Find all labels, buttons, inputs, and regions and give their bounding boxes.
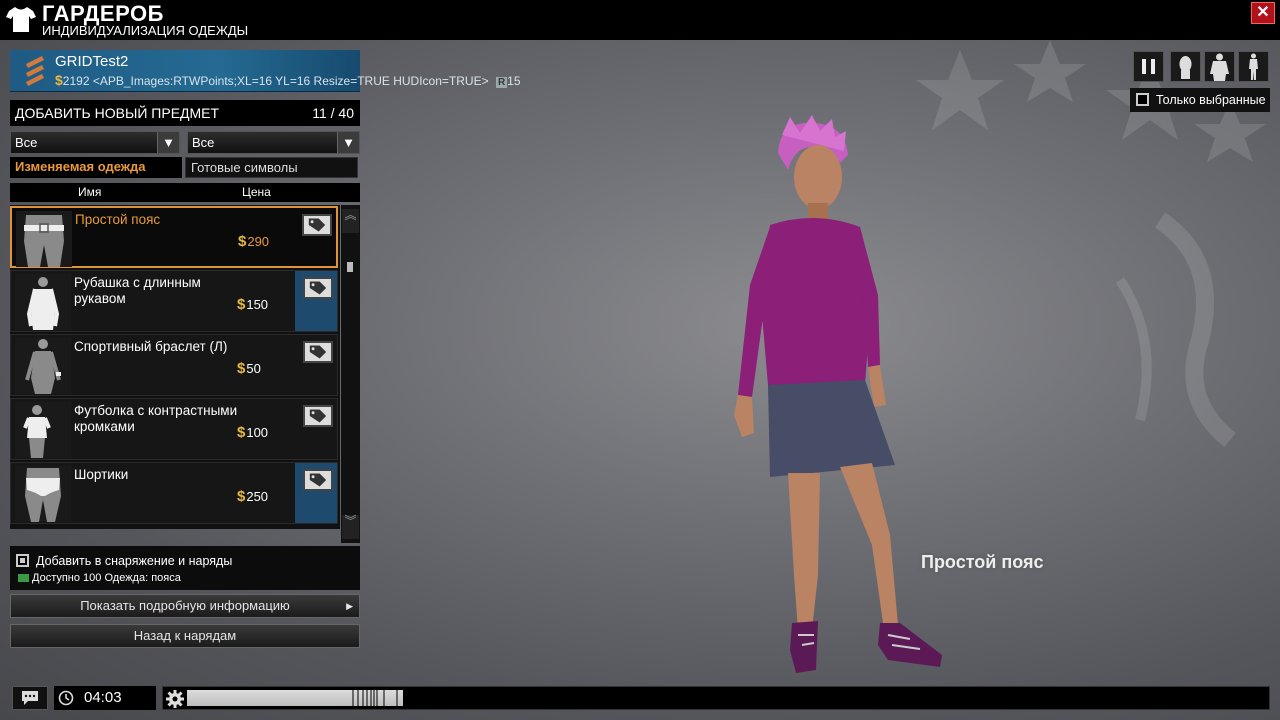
chevron-down-icon: ▼ <box>157 132 179 153</box>
tab-customizable-clothing[interactable]: Изменяемая одежда <box>10 157 182 178</box>
preview-item-label: Простой пояс <box>921 552 1044 572</box>
show-details-button[interactable]: Показать подробную информацию ▶ <box>10 594 360 618</box>
player-card: GRIDTest2 $2192 <APB_Images:RTWPoints;XL… <box>10 50 521 92</box>
dollar-icon: $ <box>237 488 246 505</box>
add-item-title: ДОБАВИТЬ НОВЫЙ ПРЕДМЕТ <box>15 105 220 121</box>
dollar-icon: $ <box>55 72 63 88</box>
long-sleeve-shirt-thumbnail-icon <box>15 274 71 330</box>
item-price: $100 <box>237 424 269 441</box>
availability-flag-icon <box>18 574 29 582</box>
item-name: Простой пояс <box>75 212 161 227</box>
item-price: $150 <box>237 296 269 313</box>
head-view-icon <box>1179 56 1192 79</box>
pause-icon <box>1142 59 1155 74</box>
tab-ready-symbols[interactable]: Готовые символы <box>185 157 358 178</box>
list-scrollbar[interactable]: ︽ ︾ <box>341 205 360 543</box>
item-count: 11 / 40 <box>312 105 354 121</box>
rank-icon <box>26 56 44 86</box>
price-tag-icon[interactable] <box>303 469 333 491</box>
progress-ticks <box>352 690 398 706</box>
add-to-outfit-checkbox[interactable] <box>16 554 29 567</box>
view-head-button[interactable] <box>1170 51 1201 82</box>
belt-thumbnail-icon <box>16 211 72 267</box>
player-money: 2192 <box>62 74 90 88</box>
only-selected-checkbox[interactable] <box>1136 93 1149 106</box>
back-to-outfits-button[interactable]: Назад к нарядам <box>10 624 360 648</box>
item-info-box: Добавить в снаряжение и наряды Доступно … <box>10 546 360 590</box>
item-tag-zone <box>295 463 337 523</box>
view-torso-button[interactable] <box>1204 51 1235 82</box>
item-name: Шортики <box>74 467 129 482</box>
item-name: Спортивный браслет (Л) <box>74 339 228 354</box>
pause-button[interactable] <box>1133 51 1164 82</box>
add-to-outfit-label: Добавить в снаряжение и наряды <box>36 554 233 568</box>
chevron-right-icon: ▶ <box>346 601 353 611</box>
price-tag-icon[interactable] <box>302 214 332 236</box>
list-column-header: Имя Цена <box>10 183 360 202</box>
list-item[interactable]: Простой пояс $290 <box>10 206 338 268</box>
gear-icon[interactable] <box>165 689 185 709</box>
clock-box: 04:03 <box>54 686 156 710</box>
category-filter-dropdown[interactable]: Все ▼ <box>10 131 180 154</box>
price-tag-icon[interactable] <box>303 341 333 363</box>
subcategory-filter-value: Все <box>192 135 215 150</box>
price-tag-icon[interactable] <box>303 405 333 427</box>
item-name: Рубашка с длинным рукавом <box>74 275 201 306</box>
item-tag-zone <box>295 271 337 331</box>
player-name: GRIDTest2 <box>55 53 129 70</box>
price-tag-icon[interactable] <box>303 277 333 299</box>
scroll-down-icon[interactable]: ︾ <box>342 515 359 539</box>
player-money-line: $2192 <APB_Images:RTWPoints;XL=16 YL=16 … <box>55 72 545 88</box>
clock-icon <box>58 690 74 706</box>
list-item[interactable]: Футболка с контрастными кромками $100 <box>10 398 338 460</box>
game-time: 04:03 <box>84 689 122 706</box>
close-button[interactable]: ✕ <box>1251 2 1275 24</box>
dollar-icon: $ <box>237 296 246 313</box>
item-price: $50 <box>237 360 261 377</box>
list-item[interactable]: Шортики $250 <box>10 462 338 524</box>
list-item[interactable]: Рубашка с длинным рукавом $150 <box>10 270 338 332</box>
chat-bubble-icon <box>22 691 38 705</box>
view-full-body-button[interactable] <box>1238 51 1269 82</box>
item-price: $250 <box>237 488 269 505</box>
progress-bar <box>162 686 1270 710</box>
character-model[interactable] <box>720 115 970 680</box>
dollar-icon: $ <box>237 424 246 441</box>
torso-view-icon <box>1210 53 1229 81</box>
shirt-icon <box>6 7 36 32</box>
column-price[interactable]: Цена <box>242 183 271 202</box>
top-bar: ГАРДЕРОБ ИНДИВИДУАЛИЗАЦИЯ ОДЕЖДЫ ✕ <box>0 0 1280 40</box>
chevron-down-icon: ▼ <box>337 132 359 153</box>
dollar-icon: $ <box>238 233 247 250</box>
full-body-view-icon <box>1249 53 1258 80</box>
dollar-icon: $ <box>237 360 246 377</box>
availability-text: Доступно 100 Одежда: пояса <box>32 572 181 584</box>
item-tag-zone <box>295 399 337 459</box>
rating-badge-icon: R <box>495 77 508 88</box>
player-meta-text: <APB_Images:RTWPoints;XL=16 YL=16 Resize… <box>92 74 489 88</box>
list-item[interactable]: Спортивный браслет (Л) $50 <box>10 334 338 396</box>
item-name: Футболка с контрастными кромками <box>74 403 238 434</box>
page-subtitle: ИНДИВИДУАЛИЗАЦИЯ ОДЕЖДЫ <box>42 23 249 38</box>
rating-value: 15 <box>507 74 521 88</box>
item-list: Простой пояс $290 Рубашка с длинным рука… <box>10 205 340 529</box>
scroll-up-icon[interactable]: ︽ <box>342 209 359 233</box>
column-name[interactable]: Имя <box>78 183 101 202</box>
tshirt-thumbnail-icon <box>15 402 71 458</box>
category-filter-value: Все <box>15 135 38 150</box>
item-tag-zone <box>294 208 336 268</box>
scroll-thumb[interactable] <box>347 262 353 272</box>
item-tag-zone <box>295 335 337 395</box>
shorts-thumbnail-icon <box>15 466 71 522</box>
chat-button[interactable] <box>12 686 48 710</box>
add-item-header: ДОБАВИТЬ НОВЫЙ ПРЕДМЕТ 11 / 40 <box>10 100 360 126</box>
bottom-bar: 04:03 <box>0 684 1280 720</box>
item-price: $290 <box>238 233 270 250</box>
only-selected-toggle[interactable]: Только выбранные <box>1130 88 1270 112</box>
bracelet-thumbnail-icon <box>15 338 71 394</box>
subcategory-filter-dropdown[interactable]: Все ▼ <box>187 131 360 154</box>
only-selected-label: Только выбранные <box>1156 93 1266 107</box>
